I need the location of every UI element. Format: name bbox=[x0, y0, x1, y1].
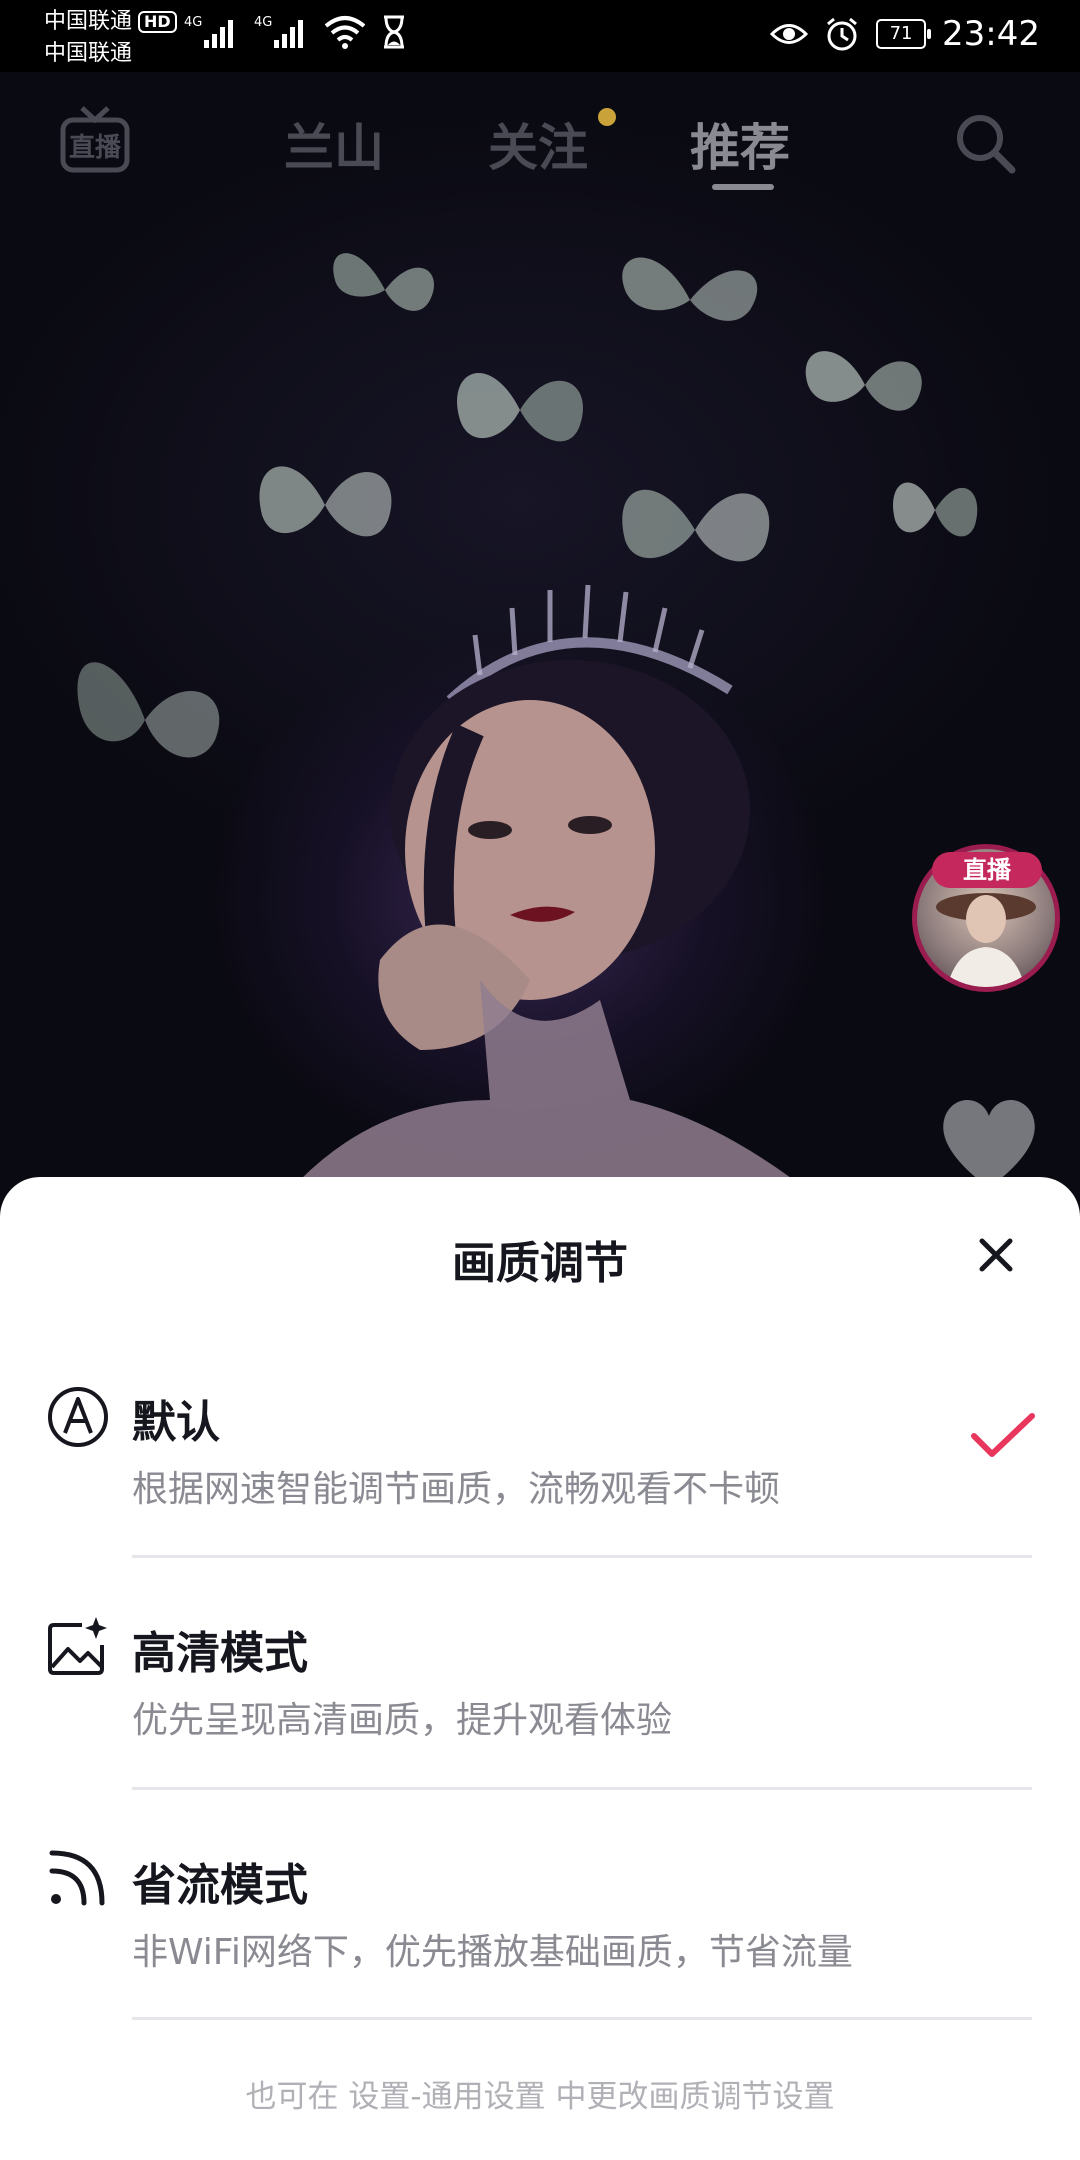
signal-icons: 4G 4G bbox=[184, 14, 408, 50]
eye-icon bbox=[770, 24, 809, 44]
carrier-info: 中国联通 HD 中国联通 bbox=[44, 6, 177, 70]
butterfly-image bbox=[622, 257, 758, 321]
search-icon[interactable] bbox=[952, 110, 1018, 176]
option-title: 省流模式 bbox=[132, 1860, 308, 1911]
butterfly-image bbox=[893, 482, 978, 537]
carrier-label: 中国联通 bbox=[44, 9, 133, 34]
tab-lanshan[interactable]: 兰山 bbox=[284, 108, 384, 180]
tab-recommended[interactable]: 推荐 bbox=[690, 108, 790, 180]
option-title: 默认 bbox=[132, 1397, 220, 1448]
status-right: 71 23:42 bbox=[770, 14, 1040, 54]
top-nav: 直播 兰山 关注 推荐 bbox=[0, 72, 1080, 202]
divider bbox=[132, 1555, 1032, 1558]
check-icon bbox=[971, 1413, 1035, 1457]
rss-signal-icon bbox=[49, 1850, 105, 1906]
butterfly-image bbox=[805, 351, 922, 411]
notification-dot bbox=[598, 108, 616, 126]
sheet-title: 画质调节 bbox=[452, 1238, 628, 1289]
signal-4g-icon: 4G bbox=[254, 15, 303, 48]
carrier-label: 中国联通 bbox=[44, 41, 133, 66]
butterfly-image bbox=[622, 489, 770, 562]
live-tv-icon[interactable]: 直播 bbox=[60, 104, 130, 174]
live-tv-label: 直播 bbox=[69, 133, 122, 163]
hourglass-icon bbox=[384, 15, 404, 49]
option-desc: 优先呈现高清画质，提升观看体验 bbox=[132, 1700, 673, 1741]
butterfly-image bbox=[77, 662, 220, 758]
quality-sheet: 画质调节 默认 根据网速智能调节画质，流畅观看不卡顿 高清模式 优先呈现高清画质… bbox=[0, 1177, 1080, 2160]
hd-badge: HD bbox=[138, 11, 177, 33]
settings-hint: 也可在 设置-通用设置 中更改画质调节设置 bbox=[245, 2079, 835, 2115]
battery-indicator: 71 bbox=[876, 19, 932, 49]
status-bar: 中国联通 HD 中国联通 4G 4G 71 23:42 bbox=[0, 0, 1080, 72]
signal-4g-icon: 4G bbox=[184, 15, 233, 48]
alarm-icon bbox=[827, 17, 857, 51]
quality-option-saver[interactable]: 省流模式 非WiFi网络下，优先播放基础画质，节省流量 bbox=[0, 1805, 1080, 2035]
divider bbox=[132, 2017, 1032, 2020]
quality-option-hd[interactable]: 高清模式 优先呈现高清画质，提升观看体验 bbox=[0, 1573, 1080, 1803]
divider bbox=[132, 1787, 1032, 1790]
clock: 23:42 bbox=[942, 14, 1040, 54]
active-tab-indicator bbox=[712, 184, 774, 190]
wifi-icon bbox=[324, 16, 366, 49]
option-desc: 根据网速智能调节画质，流畅观看不卡顿 bbox=[132, 1469, 781, 1510]
hd-image-icon bbox=[48, 1617, 107, 1675]
portrait-image bbox=[300, 584, 820, 1220]
auto-icon bbox=[48, 1387, 108, 1447]
option-desc: 非WiFi网络下，优先播放基础画质，节省流量 bbox=[132, 1932, 853, 1973]
svg-text:4G: 4G bbox=[184, 15, 202, 30]
tab-following[interactable]: 关注 bbox=[488, 108, 588, 180]
quality-option-default[interactable]: 默认 根据网速智能调节画质，流畅观看不卡顿 bbox=[0, 1342, 1080, 1572]
butterfly-image bbox=[457, 372, 583, 442]
butterfly-image bbox=[259, 466, 392, 537]
option-title: 高清模式 bbox=[132, 1628, 308, 1679]
close-icon[interactable] bbox=[968, 1227, 1024, 1283]
live-badge: 直播 bbox=[932, 852, 1042, 888]
butterfly-image bbox=[333, 253, 434, 311]
svg-text:4G: 4G bbox=[254, 15, 272, 30]
